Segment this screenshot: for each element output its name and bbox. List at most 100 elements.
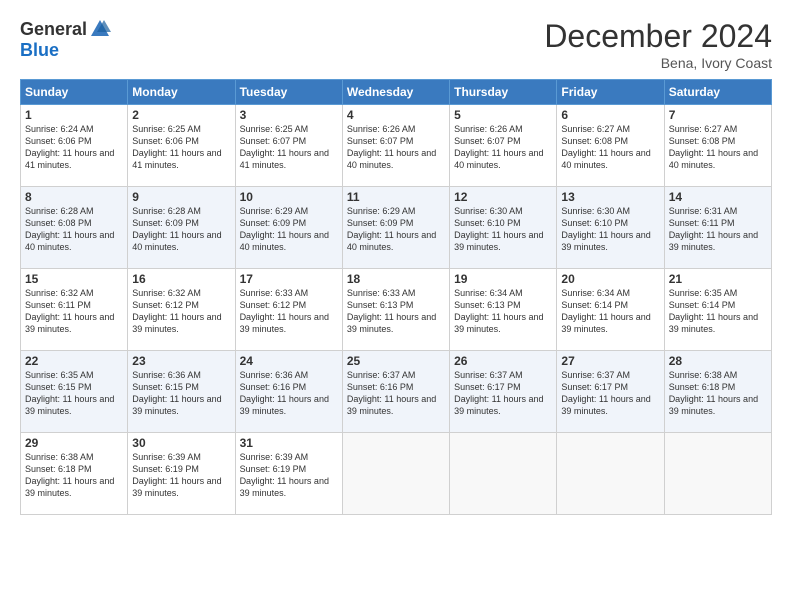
calendar-cell: 9Sunrise: 6:28 AMSunset: 6:09 PMDaylight… xyxy=(128,187,235,269)
calendar-cell: 18Sunrise: 6:33 AMSunset: 6:13 PMDayligh… xyxy=(342,269,449,351)
day-header-wednesday: Wednesday xyxy=(342,80,449,105)
day-info: Sunrise: 6:36 AMSunset: 6:15 PMDaylight:… xyxy=(132,369,230,418)
month-title: December 2024 xyxy=(544,18,772,55)
day-number: 31 xyxy=(240,436,338,450)
day-number: 14 xyxy=(669,190,767,204)
logo-general-text: General xyxy=(20,19,87,40)
day-header-saturday: Saturday xyxy=(664,80,771,105)
day-number: 27 xyxy=(561,354,659,368)
header: General Blue December 2024 Bena, Ivory C… xyxy=(20,18,772,71)
day-info: Sunrise: 6:32 AMSunset: 6:11 PMDaylight:… xyxy=(25,287,123,336)
day-number: 30 xyxy=(132,436,230,450)
day-number: 24 xyxy=(240,354,338,368)
day-number: 10 xyxy=(240,190,338,204)
calendar-cell xyxy=(342,433,449,515)
day-info: Sunrise: 6:34 AMSunset: 6:14 PMDaylight:… xyxy=(561,287,659,336)
day-info: Sunrise: 6:33 AMSunset: 6:12 PMDaylight:… xyxy=(240,287,338,336)
calendar-cell: 23Sunrise: 6:36 AMSunset: 6:15 PMDayligh… xyxy=(128,351,235,433)
day-info: Sunrise: 6:35 AMSunset: 6:15 PMDaylight:… xyxy=(25,369,123,418)
calendar-cell: 11Sunrise: 6:29 AMSunset: 6:09 PMDayligh… xyxy=(342,187,449,269)
day-number: 18 xyxy=(347,272,445,286)
calendar-header-row: SundayMondayTuesdayWednesdayThursdayFrid… xyxy=(21,80,772,105)
day-info: Sunrise: 6:38 AMSunset: 6:18 PMDaylight:… xyxy=(25,451,123,500)
day-info: Sunrise: 6:37 AMSunset: 6:16 PMDaylight:… xyxy=(347,369,445,418)
day-number: 12 xyxy=(454,190,552,204)
day-info: Sunrise: 6:27 AMSunset: 6:08 PMDaylight:… xyxy=(669,123,767,172)
day-number: 20 xyxy=(561,272,659,286)
day-number: 28 xyxy=(669,354,767,368)
calendar-cell: 22Sunrise: 6:35 AMSunset: 6:15 PMDayligh… xyxy=(21,351,128,433)
calendar-cell: 27Sunrise: 6:37 AMSunset: 6:17 PMDayligh… xyxy=(557,351,664,433)
day-info: Sunrise: 6:25 AMSunset: 6:06 PMDaylight:… xyxy=(132,123,230,172)
day-info: Sunrise: 6:37 AMSunset: 6:17 PMDaylight:… xyxy=(454,369,552,418)
day-header-thursday: Thursday xyxy=(450,80,557,105)
day-info: Sunrise: 6:26 AMSunset: 6:07 PMDaylight:… xyxy=(454,123,552,172)
day-info: Sunrise: 6:31 AMSunset: 6:11 PMDaylight:… xyxy=(669,205,767,254)
day-info: Sunrise: 6:30 AMSunset: 6:10 PMDaylight:… xyxy=(454,205,552,254)
day-number: 7 xyxy=(669,108,767,122)
day-info: Sunrise: 6:38 AMSunset: 6:18 PMDaylight:… xyxy=(669,369,767,418)
day-header-monday: Monday xyxy=(128,80,235,105)
calendar-cell: 13Sunrise: 6:30 AMSunset: 6:10 PMDayligh… xyxy=(557,187,664,269)
location-subtitle: Bena, Ivory Coast xyxy=(544,55,772,71)
day-info: Sunrise: 6:33 AMSunset: 6:13 PMDaylight:… xyxy=(347,287,445,336)
day-number: 3 xyxy=(240,108,338,122)
calendar-cell: 10Sunrise: 6:29 AMSunset: 6:09 PMDayligh… xyxy=(235,187,342,269)
calendar-cell: 4Sunrise: 6:26 AMSunset: 6:07 PMDaylight… xyxy=(342,105,449,187)
calendar-week-3: 15Sunrise: 6:32 AMSunset: 6:11 PMDayligh… xyxy=(21,269,772,351)
day-info: Sunrise: 6:32 AMSunset: 6:12 PMDaylight:… xyxy=(132,287,230,336)
day-number: 26 xyxy=(454,354,552,368)
calendar-cell: 8Sunrise: 6:28 AMSunset: 6:08 PMDaylight… xyxy=(21,187,128,269)
calendar-cell: 2Sunrise: 6:25 AMSunset: 6:06 PMDaylight… xyxy=(128,105,235,187)
calendar-cell: 21Sunrise: 6:35 AMSunset: 6:14 PMDayligh… xyxy=(664,269,771,351)
logo-blue-text: Blue xyxy=(20,40,59,61)
day-header-tuesday: Tuesday xyxy=(235,80,342,105)
day-info: Sunrise: 6:29 AMSunset: 6:09 PMDaylight:… xyxy=(240,205,338,254)
day-info: Sunrise: 6:30 AMSunset: 6:10 PMDaylight:… xyxy=(561,205,659,254)
day-number: 17 xyxy=(240,272,338,286)
calendar-week-1: 1Sunrise: 6:24 AMSunset: 6:06 PMDaylight… xyxy=(21,105,772,187)
calendar-cell: 28Sunrise: 6:38 AMSunset: 6:18 PMDayligh… xyxy=(664,351,771,433)
day-info: Sunrise: 6:28 AMSunset: 6:09 PMDaylight:… xyxy=(132,205,230,254)
day-number: 4 xyxy=(347,108,445,122)
day-number: 21 xyxy=(669,272,767,286)
calendar-week-4: 22Sunrise: 6:35 AMSunset: 6:15 PMDayligh… xyxy=(21,351,772,433)
calendar-cell xyxy=(450,433,557,515)
day-info: Sunrise: 6:29 AMSunset: 6:09 PMDaylight:… xyxy=(347,205,445,254)
calendar-cell: 17Sunrise: 6:33 AMSunset: 6:12 PMDayligh… xyxy=(235,269,342,351)
title-area: December 2024 Bena, Ivory Coast xyxy=(544,18,772,71)
calendar-cell: 25Sunrise: 6:37 AMSunset: 6:16 PMDayligh… xyxy=(342,351,449,433)
calendar-cell xyxy=(557,433,664,515)
calendar-cell: 31Sunrise: 6:39 AMSunset: 6:19 PMDayligh… xyxy=(235,433,342,515)
day-info: Sunrise: 6:34 AMSunset: 6:13 PMDaylight:… xyxy=(454,287,552,336)
calendar-cell: 24Sunrise: 6:36 AMSunset: 6:16 PMDayligh… xyxy=(235,351,342,433)
day-number: 1 xyxy=(25,108,123,122)
calendar-cell: 30Sunrise: 6:39 AMSunset: 6:19 PMDayligh… xyxy=(128,433,235,515)
calendar-cell: 12Sunrise: 6:30 AMSunset: 6:10 PMDayligh… xyxy=(450,187,557,269)
calendar-cell: 14Sunrise: 6:31 AMSunset: 6:11 PMDayligh… xyxy=(664,187,771,269)
day-number: 9 xyxy=(132,190,230,204)
day-number: 6 xyxy=(561,108,659,122)
day-header-sunday: Sunday xyxy=(21,80,128,105)
day-info: Sunrise: 6:28 AMSunset: 6:08 PMDaylight:… xyxy=(25,205,123,254)
day-number: 5 xyxy=(454,108,552,122)
calendar-cell: 29Sunrise: 6:38 AMSunset: 6:18 PMDayligh… xyxy=(21,433,128,515)
logo: General Blue xyxy=(20,18,111,61)
calendar-week-5: 29Sunrise: 6:38 AMSunset: 6:18 PMDayligh… xyxy=(21,433,772,515)
calendar-cell: 7Sunrise: 6:27 AMSunset: 6:08 PMDaylight… xyxy=(664,105,771,187)
day-number: 29 xyxy=(25,436,123,450)
day-number: 16 xyxy=(132,272,230,286)
calendar-cell: 16Sunrise: 6:32 AMSunset: 6:12 PMDayligh… xyxy=(128,269,235,351)
calendar-cell: 20Sunrise: 6:34 AMSunset: 6:14 PMDayligh… xyxy=(557,269,664,351)
day-info: Sunrise: 6:39 AMSunset: 6:19 PMDaylight:… xyxy=(240,451,338,500)
calendar-cell: 26Sunrise: 6:37 AMSunset: 6:17 PMDayligh… xyxy=(450,351,557,433)
day-number: 2 xyxy=(132,108,230,122)
day-info: Sunrise: 6:24 AMSunset: 6:06 PMDaylight:… xyxy=(25,123,123,172)
day-info: Sunrise: 6:37 AMSunset: 6:17 PMDaylight:… xyxy=(561,369,659,418)
calendar-cell: 1Sunrise: 6:24 AMSunset: 6:06 PMDaylight… xyxy=(21,105,128,187)
day-info: Sunrise: 6:36 AMSunset: 6:16 PMDaylight:… xyxy=(240,369,338,418)
day-number: 23 xyxy=(132,354,230,368)
day-number: 25 xyxy=(347,354,445,368)
logo-icon xyxy=(89,18,111,40)
day-number: 11 xyxy=(347,190,445,204)
